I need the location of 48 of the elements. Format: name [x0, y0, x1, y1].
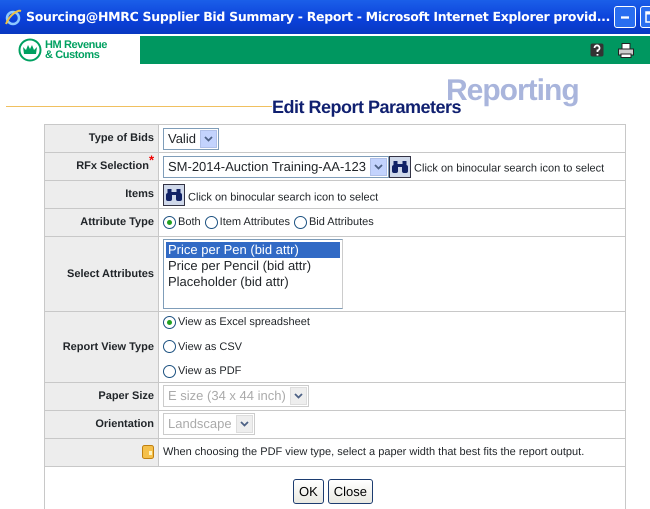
minimize-icon — [621, 16, 630, 18]
dropdown[interactable]: SM-2014-Auction Training-AA-123 — [163, 156, 389, 178]
binoculars-search-icon[interactable] — [163, 184, 185, 206]
dropdown: E size (34 x 44 inch) — [163, 385, 309, 407]
radio-button[interactable] — [163, 340, 176, 354]
attributes-listbox[interactable]: Price per Pen (bid attr) Price per Pencil (bid attr) Placeholder (bid attr) — [163, 239, 343, 309]
list-option[interactable]: Price per Pencil (bid attr) — [166, 258, 340, 274]
radio-label[interactable]: View as Excel spreadsheet — [178, 314, 310, 330]
dialog-button[interactable]: Close — [328, 478, 374, 504]
radio-label[interactable]: View as PDF — [178, 363, 242, 380]
field-label: RFx Selection — [76, 160, 149, 172]
field-label: Items — [125, 188, 154, 200]
field-label: Attribute Type — [80, 216, 154, 228]
caret-icon[interactable] — [374, 164, 383, 170]
radio-button[interactable] — [163, 364, 176, 378]
radio-label[interactable]: View as CSV — [178, 338, 242, 355]
window-title: Sourcing@HMRC Supplier Bid Summary - Report - Microsoft Internet Explorer provid... — [26, 8, 610, 26]
browser-logo-icon — [4, 8, 22, 26]
note-icon — [142, 444, 154, 459]
radio-button[interactable] — [204, 216, 218, 229]
field-label: Paper Size — [98, 390, 154, 402]
field-label: Orientation — [95, 418, 154, 430]
note-text: When choosing the PDF view type, select a paper width that best fits the report output. — [163, 446, 584, 458]
radio-button[interactable] — [163, 216, 176, 229]
hint-text: Click on binocular search icon to select — [187, 191, 378, 203]
logo-text: & Customs — [45, 50, 100, 60]
logo-text: HM Revenue — [45, 40, 108, 50]
dropdown[interactable]: Valid — [163, 128, 219, 150]
field-label: Report View Type — [62, 340, 154, 352]
list-option[interactable]: Placeholder (bid attr) — [166, 274, 340, 290]
dropdown: Landscape — [163, 413, 255, 435]
field-label: Select Attributes — [66, 268, 154, 280]
minimize-button[interactable] — [614, 6, 636, 28]
help-icon[interactable] — [590, 43, 604, 57]
print-icon[interactable] — [618, 42, 634, 58]
crown-logo-icon — [18, 38, 42, 62]
radio-button[interactable] — [163, 316, 176, 329]
radio-label[interactable]: Both — [178, 214, 201, 231]
list-option[interactable]: Price per Pen (bid attr) — [166, 242, 340, 258]
field-label: Type of Bids — [88, 132, 154, 144]
required-mark: * — [148, 152, 154, 168]
binoculars-search-icon[interactable] — [389, 156, 411, 178]
radio-label[interactable]: Bid Attributes — [308, 214, 374, 231]
radio-button[interactable] — [294, 216, 307, 229]
hint-text: Click on binocular search icon to select — [413, 162, 604, 174]
dialog-button[interactable]: OK — [292, 478, 324, 504]
radio-label[interactable]: Item Attributes — [220, 214, 290, 231]
caret-icon[interactable] — [204, 136, 213, 142]
